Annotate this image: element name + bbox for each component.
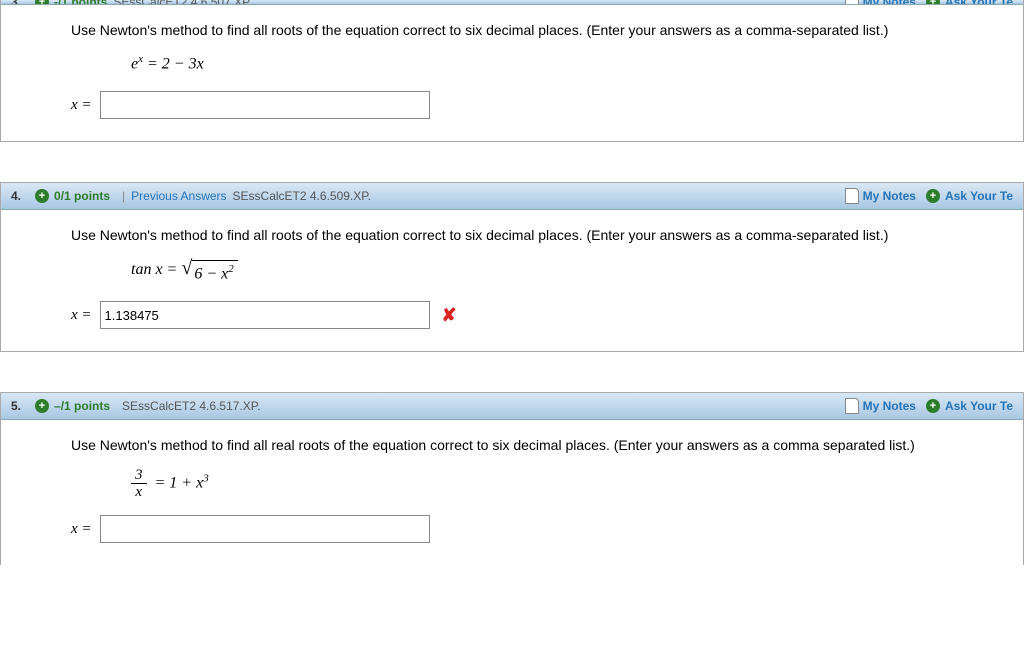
question-equation: ex = 2 − 3x: [131, 51, 1005, 77]
question-block: 4. + 0/1 points | Previous Answers SEssC…: [0, 182, 1024, 352]
answer-row: x =: [71, 91, 1005, 119]
question-body: Use Newton's method to find all real roo…: [1, 420, 1023, 564]
question-body: Use Newton's method to find all roots of…: [1, 210, 1023, 351]
plus-icon[interactable]: +: [926, 189, 940, 203]
previous-answers-link[interactable]: Previous Answers: [131, 189, 226, 203]
answer-label: x =: [71, 303, 92, 327]
divider: |: [122, 189, 125, 203]
my-notes-link[interactable]: My Notes: [863, 399, 916, 413]
ask-teacher-link[interactable]: Ask Your Te: [945, 399, 1013, 413]
note-icon: [845, 398, 859, 414]
question-number: 5.: [11, 399, 21, 413]
question-header: 5. + –/1 points SEssCalcET2 4.6.517.XP. …: [1, 393, 1023, 420]
answer-label: x =: [71, 93, 92, 117]
question-reference: SEssCalcET2 4.6.517.XP.: [122, 399, 261, 413]
note-icon: [845, 188, 859, 204]
question-reference: SEssCalcET2 4.6.509.XP.: [233, 189, 372, 203]
answer-input[interactable]: [100, 515, 430, 543]
question-block: 5. + –/1 points SEssCalcET2 4.6.517.XP. …: [0, 392, 1024, 564]
points-text: –/1 points: [54, 399, 110, 413]
question-prompt: Use Newton's method to find all real roo…: [71, 434, 1005, 456]
plus-icon[interactable]: +: [926, 399, 940, 413]
answer-input[interactable]: [100, 91, 430, 119]
feedback-incorrect-icon: ✘: [442, 301, 457, 330]
answer-row: x =: [71, 515, 1005, 543]
question-prompt: Use Newton's method to find all roots of…: [71, 19, 1005, 41]
points-text: 0/1 points: [54, 189, 110, 203]
question-equation: tan x = √ 6 − x2: [131, 257, 1005, 287]
plus-icon[interactable]: +: [35, 189, 49, 203]
question-block: 3. + -/1 points SEssCalcET2 4.6.507.XP. …: [0, 0, 1024, 142]
answer-label: x =: [71, 517, 92, 541]
question-number: 4.: [11, 189, 21, 203]
question-equation: 3 x = 1 + x3: [131, 467, 1005, 501]
my-notes-link[interactable]: My Notes: [863, 189, 916, 203]
question-body: Use Newton's method to find all roots of…: [1, 5, 1023, 141]
answer-input[interactable]: [100, 301, 430, 329]
question-prompt: Use Newton's method to find all roots of…: [71, 224, 1005, 246]
ask-teacher-link[interactable]: Ask Your Te: [945, 189, 1013, 203]
question-header: 4. + 0/1 points | Previous Answers SEssC…: [1, 183, 1023, 210]
answer-row: x = ✘: [71, 301, 1005, 330]
plus-icon[interactable]: +: [35, 399, 49, 413]
